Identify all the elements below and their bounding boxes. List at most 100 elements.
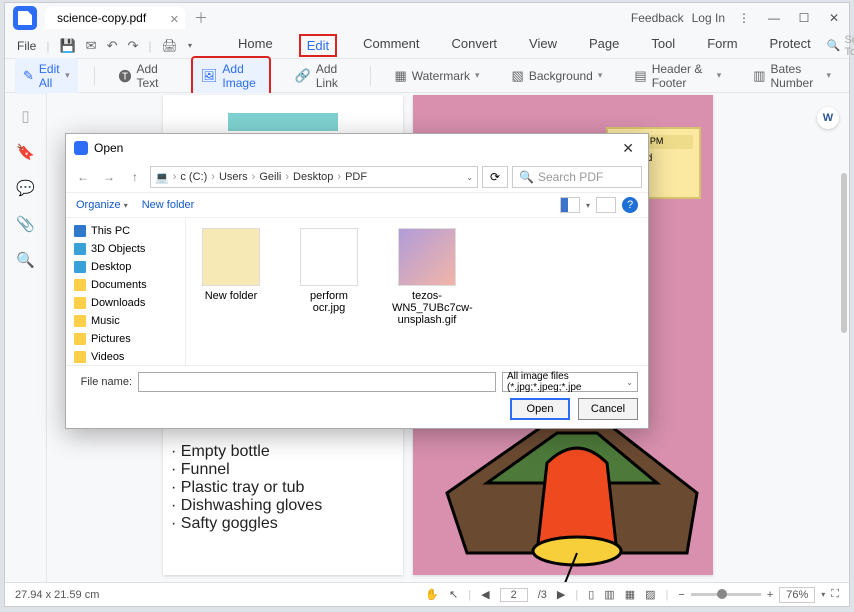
background-button[interactable]: ▧ Background ▾ bbox=[504, 64, 611, 88]
back-icon[interactable]: ← bbox=[72, 170, 94, 184]
file-item[interactable]: perform ocr.jpg bbox=[294, 228, 364, 355]
watermark-icon: ▦ bbox=[394, 68, 406, 84]
image-icon: 🖼 bbox=[201, 68, 218, 84]
tab-form[interactable]: Form bbox=[701, 34, 743, 57]
tree-documents[interactable]: Documents bbox=[68, 276, 183, 294]
search-tools-label[interactable]: Search Tools bbox=[844, 34, 854, 58]
file-list[interactable]: New folder perform ocr.jpg tezos-WN5_7UB… bbox=[186, 218, 648, 365]
watermark-button[interactable]: ▦ Watermark ▾ bbox=[386, 64, 487, 88]
menu-tabs: Home Edit Comment Convert View Page Tool… bbox=[232, 34, 817, 57]
edit-icon: ✎ bbox=[23, 68, 34, 84]
mail-icon[interactable]: ✉ bbox=[86, 38, 97, 54]
undo-icon[interactable]: ↶ bbox=[107, 38, 118, 54]
forward-icon[interactable]: → bbox=[98, 170, 120, 184]
add-image-button[interactable]: 🖼 Add Image bbox=[191, 56, 271, 96]
search-glass-icon: 🔍 bbox=[519, 170, 534, 184]
tree-desktop[interactable]: Desktop bbox=[68, 258, 183, 276]
file-type-filter[interactable]: All image files (*.jpg;*.jpeg;*.jpe ⌄ bbox=[502, 372, 638, 392]
dialog-search[interactable]: 🔍 Search PDF bbox=[512, 166, 642, 188]
print-icon[interactable]: 🖨 bbox=[162, 38, 179, 54]
maximize-icon[interactable]: ☐ bbox=[793, 7, 815, 29]
hand-tool-icon[interactable]: ✋ bbox=[425, 588, 439, 601]
file-item[interactable]: tezos-WN5_7UBc7cw-unsplash.gif bbox=[392, 228, 462, 355]
redo-icon[interactable]: ↷ bbox=[127, 38, 138, 54]
edit-all-button[interactable]: ✎ Edit All ▾ bbox=[15, 58, 78, 94]
word-export-icon[interactable]: W bbox=[817, 107, 839, 129]
save-icon[interactable]: 💾 bbox=[59, 38, 75, 54]
tree-3d-objects[interactable]: 3D Objects bbox=[68, 240, 183, 258]
tab-comment[interactable]: Comment bbox=[357, 34, 425, 57]
chevron-down-icon: ▾ bbox=[65, 70, 70, 81]
tree-music[interactable]: Music bbox=[68, 312, 183, 330]
text-icon: 🅣 bbox=[118, 66, 131, 85]
tree-videos[interactable]: Videos bbox=[68, 348, 183, 365]
minimize-icon[interactable]: — bbox=[763, 7, 785, 29]
tree-pictures[interactable]: Pictures bbox=[68, 330, 183, 348]
comments-icon[interactable]: 💬 bbox=[16, 179, 35, 197]
prev-page-icon[interactable]: ◀ bbox=[481, 588, 489, 601]
page-dimensions: 27.94 x 21.59 cm bbox=[15, 589, 99, 601]
select-tool-icon[interactable]: ↖ bbox=[449, 588, 458, 601]
add-tab-button[interactable]: ＋ bbox=[191, 8, 211, 28]
breadcrumb[interactable]: 💻› c (C:)› Users› Geili› Desktop› PDF ⌄ bbox=[150, 166, 478, 188]
vertical-scrollbar[interactable] bbox=[841, 173, 847, 333]
header-footer-button[interactable]: ▤ Header & Footer ▾ bbox=[626, 58, 729, 94]
tab-protect[interactable]: Protect bbox=[764, 34, 817, 57]
tab-edit[interactable]: Edit bbox=[299, 34, 337, 57]
tab-view[interactable]: View bbox=[523, 34, 563, 57]
login-link[interactable]: Log In bbox=[692, 11, 725, 25]
thumbnails-icon[interactable]: ▯ bbox=[21, 107, 29, 125]
volcano-illustration: 4400°c 03 bbox=[427, 413, 717, 582]
close-tab-icon[interactable]: ✕ bbox=[170, 13, 179, 26]
open-button[interactable]: Open bbox=[510, 398, 570, 420]
bates-number-button[interactable]: ▥ Bates Number ▾ bbox=[745, 58, 839, 94]
view-continuous-icon[interactable]: ▥ bbox=[604, 588, 614, 601]
view-single-icon[interactable]: ▯ bbox=[588, 588, 594, 601]
add-text-button[interactable]: 🅣 Add Text bbox=[110, 58, 174, 94]
app-icon bbox=[13, 6, 37, 30]
next-page-icon[interactable]: ▶ bbox=[557, 588, 565, 601]
tree-this-pc[interactable]: This PC bbox=[68, 222, 183, 240]
add-link-button[interactable]: 🔗 Add Link bbox=[287, 58, 354, 94]
left-panel: ▯ 🔖 💬 📎 🔍 bbox=[5, 93, 47, 582]
view-cover-icon[interactable]: ▨ bbox=[645, 588, 655, 601]
file-item[interactable]: New folder bbox=[196, 228, 266, 355]
folder-tree[interactable]: This PC 3D Objects Desktop Documents Dow… bbox=[66, 218, 186, 365]
bookmark-icon[interactable]: 🔖 bbox=[16, 143, 35, 161]
view-mode-button[interactable] bbox=[560, 197, 580, 213]
dialog-title: Open bbox=[94, 141, 123, 155]
close-window-icon[interactable]: ✕ bbox=[823, 7, 845, 29]
document-tab[interactable]: science-copy.pdf ✕ bbox=[45, 7, 185, 29]
feedback-link[interactable]: Feedback bbox=[631, 11, 684, 25]
zoom-value[interactable]: 76% bbox=[779, 587, 815, 603]
zoom-slider[interactable] bbox=[691, 593, 761, 596]
print-dropdown-icon[interactable]: ▾ bbox=[188, 41, 192, 50]
refresh-icon[interactable]: ⟳ bbox=[482, 166, 508, 188]
help-icon[interactable]: ? bbox=[622, 197, 638, 213]
tab-page[interactable]: Page bbox=[583, 34, 625, 57]
dialog-close-icon[interactable]: ✕ bbox=[616, 140, 640, 157]
attachments-icon[interactable]: 📎 bbox=[16, 215, 35, 233]
cancel-button[interactable]: Cancel bbox=[578, 398, 638, 420]
crumb-dropdown-icon[interactable]: ⌄ bbox=[466, 173, 473, 182]
preview-pane-button[interactable] bbox=[596, 197, 616, 213]
file-menu[interactable]: File bbox=[17, 39, 36, 53]
search-panel-icon[interactable]: 🔍 bbox=[16, 251, 35, 269]
dialog-footer: File name: All image files (*.jpg;*.jpeg… bbox=[66, 365, 648, 428]
fullscreen-icon[interactable]: ⛶ bbox=[831, 588, 839, 601]
file-name-input[interactable] bbox=[138, 372, 496, 392]
zoom-out-icon[interactable]: − bbox=[678, 589, 684, 601]
page-input[interactable]: 2 bbox=[500, 588, 528, 602]
up-icon[interactable]: ↑ bbox=[124, 170, 146, 184]
view-two-icon[interactable]: ▦ bbox=[625, 588, 635, 601]
tab-convert[interactable]: Convert bbox=[445, 34, 503, 57]
tab-home[interactable]: Home bbox=[232, 34, 279, 57]
zoom-in-icon[interactable]: + bbox=[767, 589, 773, 601]
organize-button[interactable]: Organize ▾ bbox=[76, 199, 128, 211]
kebab-icon[interactable]: ⋮ bbox=[733, 7, 755, 29]
tree-downloads[interactable]: Downloads bbox=[68, 294, 183, 312]
materials-list: Empty bottle Funnel Plastic tray or tub … bbox=[171, 443, 322, 533]
dialog-titlebar: Open ✕ bbox=[66, 134, 648, 162]
tab-tool[interactable]: Tool bbox=[645, 34, 681, 57]
new-folder-button[interactable]: New folder bbox=[142, 199, 195, 211]
